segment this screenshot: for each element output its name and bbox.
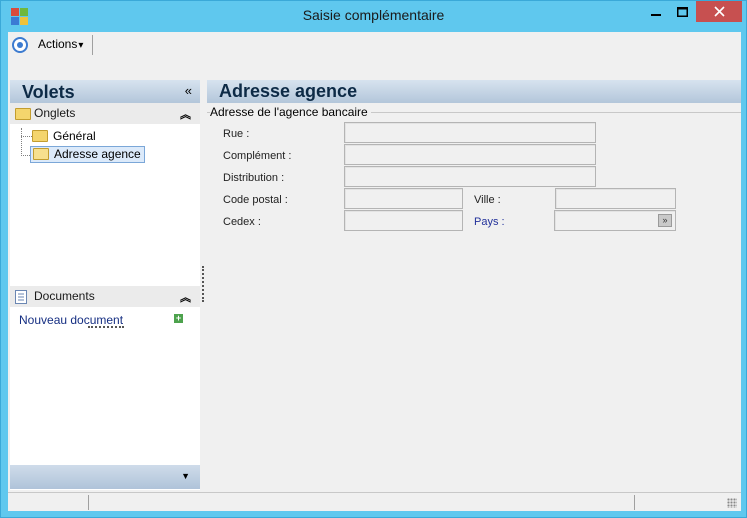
pays-label: Pays : xyxy=(474,216,505,228)
client-area: Actions▾ Volets « Onglets ︽ Général Adre xyxy=(8,32,741,511)
folder-icon xyxy=(32,130,48,142)
tree-item-general[interactable]: Général xyxy=(32,129,96,143)
actions-label: Actions xyxy=(38,37,78,51)
distribution-label: Distribution : xyxy=(223,172,285,184)
status-separator xyxy=(88,495,89,510)
minimize-icon xyxy=(650,13,661,16)
document-icon xyxy=(15,290,27,307)
complement-field[interactable] xyxy=(344,144,596,165)
volets-pane: Volets « Onglets ︽ Général Adresse agenc… xyxy=(10,80,200,490)
app-window: Saisie complémentaire Actions▾ Volets « xyxy=(0,0,747,518)
tree-item-label: Général xyxy=(53,129,96,143)
tree-item-adresse-agence[interactable]: Adresse agence xyxy=(30,146,145,163)
volets-header: Volets « xyxy=(10,80,200,103)
toolbar-separator xyxy=(92,35,93,55)
window-title: Saisie complémentaire xyxy=(302,7,445,23)
maximize-icon xyxy=(677,6,688,17)
dropdown-icon[interactable]: » xyxy=(658,214,672,227)
tree-connector xyxy=(21,128,22,156)
title-bar[interactable]: Saisie complémentaire xyxy=(1,1,746,32)
rue-label: Rue : xyxy=(223,128,250,140)
chevron-down-icon: ▾ xyxy=(78,40,84,51)
code-postal-label: Code postal : xyxy=(223,194,288,206)
rue-field[interactable] xyxy=(344,122,596,143)
group-title: Adresse de l'agence bancaire xyxy=(210,105,371,119)
complement-label: Complément : xyxy=(223,150,292,162)
cedex-field[interactable] xyxy=(344,210,463,231)
pane-footer-bar[interactable]: ▼ xyxy=(10,465,200,489)
chevron-up-icon[interactable]: ︽ xyxy=(180,106,191,122)
ville-label: Ville : xyxy=(474,194,501,206)
open-folder-icon xyxy=(33,148,49,160)
cedex-label: Cedex : xyxy=(223,216,261,228)
folder-icon xyxy=(15,107,31,121)
ville-field[interactable] xyxy=(555,188,676,209)
chevron-up-icon[interactable]: ︽ xyxy=(180,289,191,305)
onglets-header[interactable]: Onglets ︽ xyxy=(10,103,200,124)
new-document-link[interactable]: Nouveau document xyxy=(19,313,123,327)
actions-icon[interactable] xyxy=(12,37,28,53)
onglets-label: Onglets xyxy=(34,106,76,120)
minimize-button[interactable] xyxy=(642,1,669,22)
tree-item-label: Adresse agence xyxy=(54,147,141,161)
close-icon xyxy=(713,6,725,17)
status-separator xyxy=(634,495,635,510)
maximize-button[interactable] xyxy=(669,1,696,22)
vertical-splitter[interactable] xyxy=(202,266,204,302)
code-postal-field[interactable] xyxy=(344,188,463,209)
actions-menu[interactable]: Actions▾ xyxy=(38,37,83,51)
main-pane: Adresse agence Adresse de l'agence banca… xyxy=(207,80,741,490)
resize-grip-icon[interactable] xyxy=(727,498,737,508)
volets-title: Volets xyxy=(22,82,75,102)
close-button[interactable] xyxy=(696,1,742,22)
tree-connector xyxy=(21,136,32,137)
documents-label: Documents xyxy=(34,289,95,303)
toolbar: Actions▾ xyxy=(8,32,741,58)
dropdown-icon[interactable]: ▼ xyxy=(181,471,190,481)
distribution-field[interactable] xyxy=(344,166,596,187)
pays-select[interactable]: » xyxy=(554,210,676,231)
page-title: Adresse agence xyxy=(219,81,358,101)
documents-header[interactable]: Documents ︽ xyxy=(10,286,200,307)
main-header: Adresse agence xyxy=(207,80,741,103)
collapse-icon[interactable]: « xyxy=(185,83,192,98)
status-bar xyxy=(8,492,741,511)
add-icon[interactable]: + xyxy=(174,314,183,323)
